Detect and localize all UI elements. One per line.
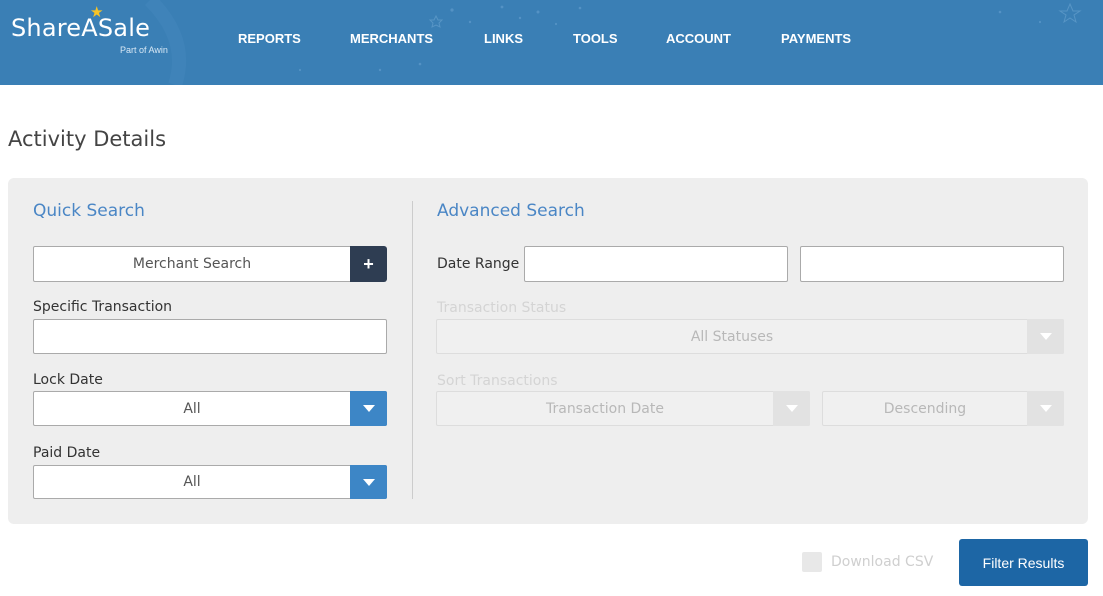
header-decoration bbox=[144, 0, 1082, 85]
sort-transactions-label: Sort Transactions bbox=[437, 373, 558, 389]
date-range-label: Date Range bbox=[437, 256, 520, 272]
download-csv-label: Download CSV bbox=[831, 554, 934, 570]
lock-date-label: Lock Date bbox=[33, 372, 103, 388]
lock-date-value: All bbox=[183, 400, 201, 417]
nav-account[interactable]: ACCOUNT bbox=[666, 31, 731, 46]
paid-date-label: Paid Date bbox=[33, 445, 101, 461]
nav-tools[interactable]: TOOLS bbox=[573, 31, 618, 46]
download-csv-option[interactable]: Download CSV bbox=[802, 552, 933, 572]
nav-links[interactable]: LINKS bbox=[484, 31, 523, 46]
chevron-down-icon[interactable] bbox=[350, 465, 387, 499]
specific-transaction-label: Specific Transaction bbox=[33, 299, 173, 315]
sort-order-value: Descending bbox=[883, 400, 967, 417]
paid-date-value: All bbox=[183, 474, 201, 490]
transaction-status-value: All Statuses bbox=[690, 328, 774, 345]
date-range-end-input[interactable] bbox=[800, 246, 1064, 282]
logo-brand-text: ShareASale bbox=[11, 14, 151, 42]
advanced-search-title: Advanced Search bbox=[437, 201, 585, 221]
transaction-status-select[interactable]: All Statuses bbox=[436, 319, 1064, 354]
sort-order-select[interactable]: Descending bbox=[822, 391, 1064, 426]
merchant-search-field[interactable]: Merchant Search bbox=[33, 246, 351, 282]
logo-subtitle: Part of Awin bbox=[120, 45, 168, 55]
plus-icon: + bbox=[363, 253, 374, 274]
chevron-down-icon[interactable] bbox=[1027, 391, 1064, 426]
sort-field-value: Transaction Date bbox=[545, 400, 664, 417]
chevron-down-icon[interactable] bbox=[350, 391, 387, 426]
chevron-down-icon[interactable] bbox=[773, 391, 810, 426]
date-range-start-input[interactable] bbox=[524, 246, 788, 282]
panel-divider bbox=[412, 201, 413, 499]
chevron-down-icon[interactable] bbox=[1027, 319, 1064, 354]
star-icon: ★ bbox=[90, 4, 104, 21]
specific-transaction-input[interactable] bbox=[33, 319, 387, 354]
shareasale-logo[interactable]: ★ ShareASale Part of Awin bbox=[11, 4, 168, 55]
paid-date-select[interactable]: All bbox=[33, 465, 387, 499]
sort-field-select[interactable]: Transaction Date bbox=[436, 391, 810, 426]
add-merchant-button[interactable]: + bbox=[350, 246, 387, 282]
quick-search-title: Quick Search bbox=[33, 201, 145, 221]
nav-payments[interactable]: PAYMENTS bbox=[781, 31, 851, 46]
transaction-status-label: Transaction Status bbox=[437, 300, 567, 316]
nav-reports[interactable]: REPORTS bbox=[238, 31, 301, 46]
lock-date-select[interactable]: All bbox=[33, 391, 387, 426]
page-title: Activity Details bbox=[8, 127, 167, 151]
nav-merchants[interactable]: MERCHANTS bbox=[350, 31, 433, 46]
download-csv-checkbox[interactable] bbox=[802, 552, 822, 572]
filter-results-button[interactable]: Filter Results bbox=[959, 539, 1088, 586]
top-navigation-bar: ★ ShareASale Part of Awin REPORTS MERCHA… bbox=[0, 0, 1103, 85]
